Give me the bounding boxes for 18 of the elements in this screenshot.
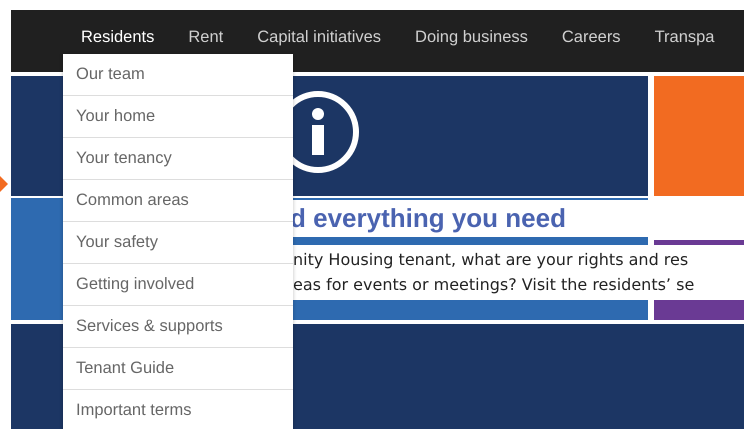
menu-item[interactable]: Your tenancy xyxy=(63,138,293,180)
menu-item[interactable]: Tenant Guide xyxy=(63,348,293,390)
nav-link[interactable]: Rent xyxy=(188,28,224,46)
nav-link[interactable]: Capital initiatives xyxy=(257,28,382,46)
nav-link[interactable]: Doing business xyxy=(415,28,528,46)
menu-item[interactable]: Important terms xyxy=(63,390,293,429)
nav-link[interactable]: Transpa xyxy=(654,28,714,46)
menu-item[interactable]: Your safety xyxy=(63,222,293,264)
menu-item[interactable]: Common areas xyxy=(63,180,293,222)
nav-link[interactable]: Residents xyxy=(81,28,154,46)
feature-text: nity Housing tenant, what are your rights and res xyxy=(293,249,690,271)
menu-item[interactable]: Getting involved xyxy=(63,264,293,306)
menu-item[interactable]: Services & supports xyxy=(63,306,293,348)
arrow-icon xyxy=(0,176,8,192)
menu-item[interactable]: Our team xyxy=(63,54,293,96)
feature-text: eas for events or meetings? Visit the residents’ se xyxy=(293,274,696,296)
menu-item[interactable]: Your home xyxy=(63,96,293,138)
nav-link[interactable]: Careers xyxy=(562,28,621,46)
